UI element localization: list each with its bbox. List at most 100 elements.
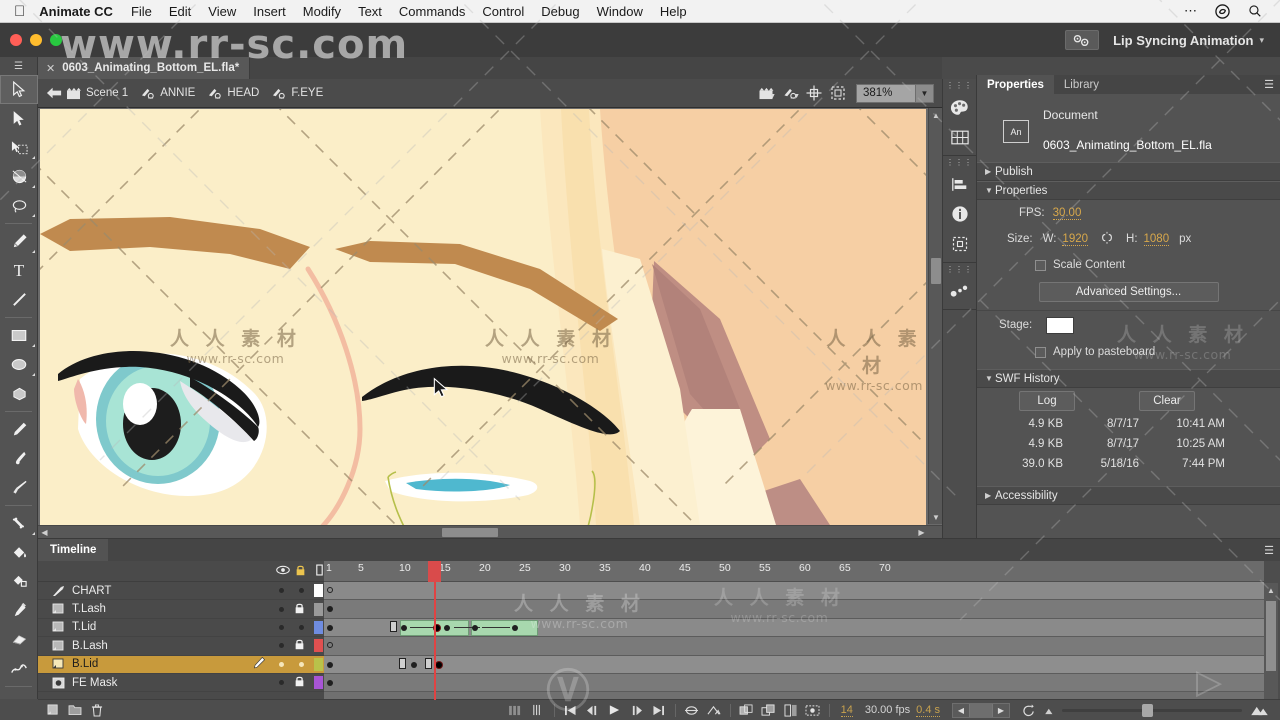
layer-color-box[interactable]	[314, 602, 323, 616]
panel-handle-icon[interactable]: ⋮⋮⋮	[943, 263, 976, 276]
free-transform-tool[interactable]	[0, 133, 38, 162]
menu-item-control[interactable]: Control	[482, 4, 524, 19]
layer-row-tlid[interactable]: T.Lid	[38, 619, 324, 638]
layer-lock-toggle[interactable]	[299, 624, 304, 630]
frame-row-tlash[interactable]	[324, 600, 1264, 619]
layer-visibility-toggle[interactable]	[279, 624, 284, 630]
empty-keyframe[interactable]	[327, 587, 333, 593]
panel-menu-icon[interactable]: ☰	[1258, 75, 1280, 94]
chevron-down-icon[interactable]: ▼	[915, 84, 933, 102]
go-to-last-icon[interactable]	[648, 700, 670, 720]
width-value[interactable]: 1920	[1062, 233, 1089, 246]
scroll-up-icon[interactable]: ▲	[929, 108, 942, 122]
blank-frame[interactable]	[399, 657, 406, 669]
tab-library[interactable]: Library	[1054, 75, 1109, 94]
tab-timeline[interactable]: Timeline	[38, 539, 109, 561]
document-tab[interactable]: ✕ 0603_Animating_Bottom_EL.fla*	[38, 57, 251, 79]
breadcrumb-head[interactable]: HEAD	[207, 87, 267, 100]
apple-icon[interactable]: 	[14, 4, 25, 19]
symbol-selector-icon[interactable]: ▼	[778, 82, 802, 104]
menu-item-help[interactable]: Help	[660, 4, 687, 19]
breadcrumb-scene[interactable]: Scene 1	[66, 87, 136, 100]
layer-row-chart[interactable]: CHART	[38, 582, 324, 601]
menu-item-edit[interactable]: Edit	[169, 4, 191, 19]
insert-frame-icon[interactable]	[780, 700, 802, 720]
paint-brush-tool[interactable]	[0, 473, 38, 502]
edit-multiple-frames-icon[interactable]	[736, 700, 758, 720]
frame-row-blid[interactable]	[324, 655, 1264, 674]
layer-lock-toggle[interactable]	[299, 661, 304, 667]
close-window-button[interactable]	[10, 34, 22, 46]
playhead-marker[interactable]	[428, 561, 441, 582]
eyedropper-tool[interactable]	[0, 596, 38, 625]
zoom-out-icon[interactable]	[1040, 700, 1062, 720]
frame-row-chart[interactable]	[324, 582, 1264, 601]
keyframe[interactable]	[472, 624, 478, 631]
layer-row-blid[interactable]: B.Lid	[38, 655, 324, 674]
tab-properties[interactable]: Properties	[977, 75, 1054, 94]
lock-icon[interactable]	[294, 638, 305, 653]
keyframe[interactable]	[512, 624, 518, 631]
current-frame-value[interactable]: 14	[840, 704, 853, 717]
scale-content-checkbox[interactable]	[1035, 259, 1046, 271]
advanced-settings-button[interactable]: Advanced Settings...	[1038, 282, 1219, 302]
new-layer-icon[interactable]	[42, 700, 64, 720]
center-frame-icon[interactable]	[505, 700, 527, 720]
scroll-up-icon[interactable]: ▲	[1264, 583, 1278, 597]
layer-lock-toggle[interactable]	[299, 588, 304, 594]
creative-cloud-icon[interactable]	[1215, 3, 1230, 19]
frames-grid[interactable]: 1 5 10 15 20 25 30 35 40 45 50 55 60 65 …	[324, 561, 1264, 700]
panel-menu-icon[interactable]: ☰	[1258, 539, 1280, 561]
zoom-in-icon[interactable]	[1248, 700, 1270, 720]
frame-row-blash[interactable]	[324, 637, 1264, 656]
keyframe[interactable]	[327, 624, 333, 631]
blank-frame[interactable]	[425, 657, 432, 669]
paint-bucket-tool[interactable]	[0, 538, 38, 567]
play-icon[interactable]	[604, 700, 626, 720]
more-options-icon[interactable]: ⋯	[1184, 3, 1197, 19]
stage-color-swatch[interactable]	[1046, 316, 1075, 334]
layer-visibility-toggle[interactable]	[279, 680, 284, 686]
timeline-ruler[interactable]: 1 5 10 15 20 25 30 35 40 45 50 55 60 65 …	[324, 561, 1264, 582]
scrollbar-thumb[interactable]	[442, 528, 498, 537]
menu-item-debug[interactable]: Debug	[541, 4, 579, 19]
fps-value[interactable]: 30.00	[1052, 207, 1082, 220]
swf-clear-button[interactable]: Clear	[1139, 391, 1195, 411]
modify-onion-markers-icon[interactable]	[802, 700, 824, 720]
duplicate-frames-icon[interactable]	[758, 700, 780, 720]
menu-item-modify[interactable]: Modify	[303, 4, 341, 19]
swatches-grid-icon[interactable]	[943, 122, 977, 152]
layer-color-box[interactable]	[314, 584, 323, 598]
stage-horizontal-scrollbar[interactable]: ◀ ▶	[38, 525, 942, 538]
menu-item-text[interactable]: Text	[358, 4, 382, 19]
breadcrumb-feye[interactable]: F.EYE	[271, 87, 331, 100]
scroll-right-icon[interactable]: ▶	[915, 526, 928, 538]
swf-log-button[interactable]: Log	[1019, 391, 1075, 411]
outline-icon[interactable]	[315, 563, 324, 579]
new-folder-icon[interactable]	[64, 700, 86, 720]
menu-item-file[interactable]: File	[131, 4, 152, 19]
stage-area[interactable]: 人 人 素 材 www.rr-sc.com 人 人 素 材 www.rr-sc.…	[38, 108, 942, 538]
workspace-switcher-icon[interactable]	[1065, 30, 1100, 50]
gradient-transform-tool[interactable]	[0, 162, 38, 191]
layer-row-tlash[interactable]: T.Lash	[38, 600, 324, 619]
keyframe-current[interactable]	[436, 661, 442, 668]
delete-layer-icon[interactable]	[86, 700, 108, 720]
step-left-icon[interactable]: ◀	[953, 706, 969, 715]
scrollbar-thumb[interactable]	[1266, 601, 1276, 671]
frame-row-femask[interactable]	[324, 673, 1264, 693]
onion-skin-icon[interactable]	[681, 700, 703, 720]
back-arrow-icon[interactable]	[42, 82, 66, 104]
layer-visibility-toggle[interactable]	[279, 606, 284, 612]
section-swf-history[interactable]: ▼ SWF History	[977, 369, 1280, 388]
panel-handle-icon[interactable]: ⋮⋮⋮	[943, 79, 976, 92]
section-properties[interactable]: ▼ Properties	[977, 181, 1280, 200]
panel-handle-icon[interactable]: ☰	[0, 57, 37, 75]
minimize-window-button[interactable]	[30, 34, 42, 46]
stage-vertical-scrollbar[interactable]: ▲ ▼	[928, 108, 942, 524]
zoom-control[interactable]: 381% ▼	[856, 83, 934, 103]
scale-content-row[interactable]: Scale Content	[977, 252, 1280, 278]
brush-tool[interactable]	[0, 444, 38, 473]
stage-canvas[interactable]: 人 人 素 材 www.rr-sc.com 人 人 素 材 www.rr-sc.…	[40, 109, 926, 525]
transform-panel-icon[interactable]	[943, 229, 977, 259]
